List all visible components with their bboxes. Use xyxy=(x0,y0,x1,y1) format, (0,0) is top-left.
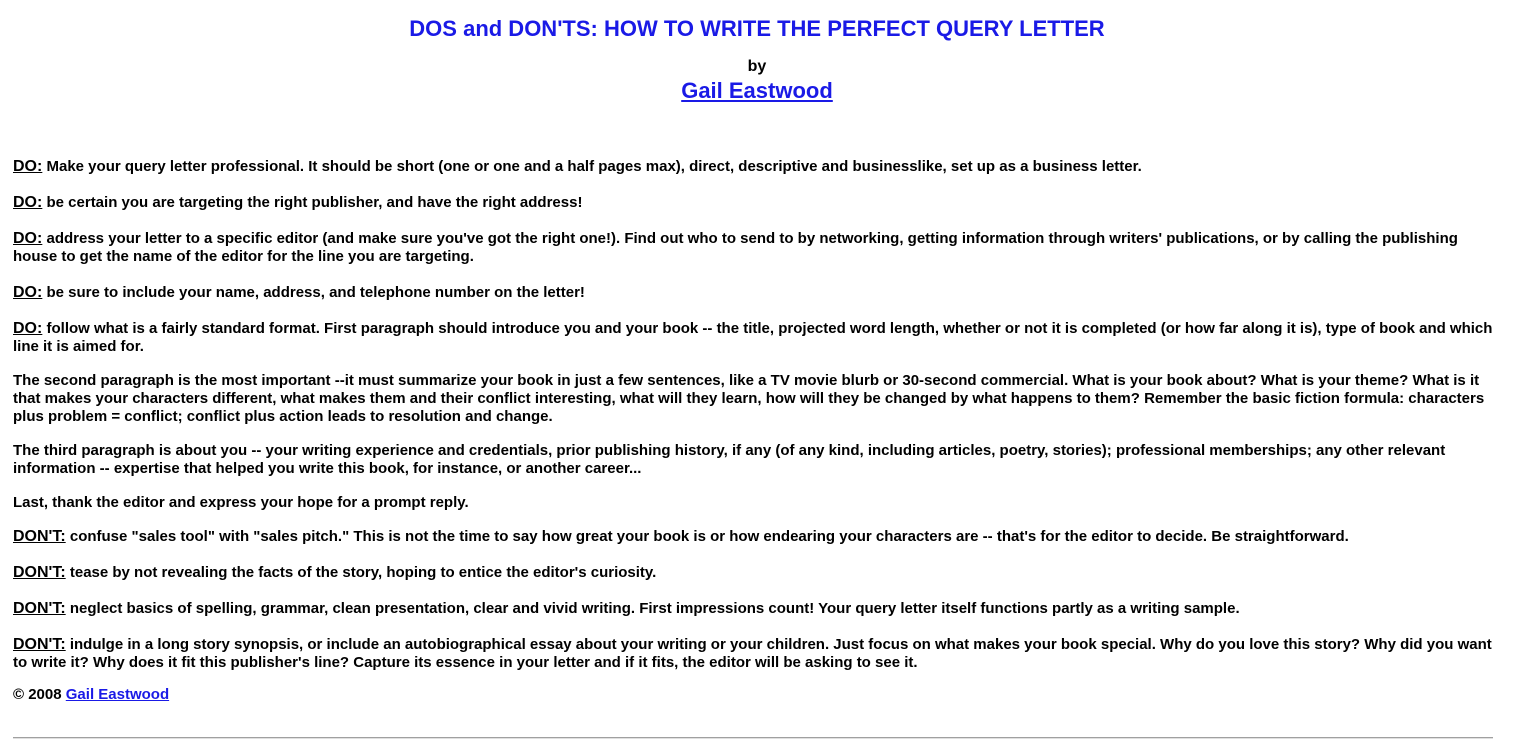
author-link[interactable]: Gail Eastwood xyxy=(681,78,833,103)
paragraph-text: neglect basics of spelling, grammar, cle… xyxy=(65,600,1240,617)
dont-label: DON'T: xyxy=(13,564,66,581)
copyright-text: © 2008 xyxy=(13,686,66,703)
article-body: DO: Make your query letter professional.… xyxy=(13,158,1501,704)
paragraph-text: Make your query letter professional. It … xyxy=(42,158,1142,175)
paragraph-text: The third paragraph is about you -- your… xyxy=(13,442,1446,477)
paragraph-text: Last, thank the editor and express your … xyxy=(13,494,469,511)
paragraph-third: The third paragraph is about you -- your… xyxy=(13,442,1501,478)
horizontal-divider xyxy=(13,737,1493,739)
paragraph-dont-1: DON'T: confuse "sales tool" with "sales … xyxy=(13,528,1501,546)
paragraph-second: The second paragraph is the most importa… xyxy=(13,372,1501,426)
footer-author-link[interactable]: Gail Eastwood xyxy=(66,686,169,703)
page: DOS and DON'TS: HOW TO WRITE THE PERFECT… xyxy=(0,0,1514,704)
dont-label: DON'T: xyxy=(13,636,66,653)
paragraph-dont-3: DON'T: neglect basics of spelling, gramm… xyxy=(13,600,1501,618)
author-line: Gail Eastwood xyxy=(13,78,1501,104)
paragraph-last: Last, thank the editor and express your … xyxy=(13,494,1501,512)
do-label: DO: xyxy=(13,194,43,211)
do-label: DO: xyxy=(13,158,43,175)
paragraph-text: follow what is a fairly standard format.… xyxy=(13,320,1493,355)
byline: by xyxy=(747,58,767,75)
page-title: DOS and DON'TS: HOW TO WRITE THE PERFECT… xyxy=(409,16,1105,41)
paragraph-do-2: DO: be certain you are targeting the rig… xyxy=(13,194,1501,212)
paragraph-text: be sure to include your name, address, a… xyxy=(42,284,585,301)
paragraph-do-5: DO: follow what is a fairly standard for… xyxy=(13,320,1501,356)
do-label: DO: xyxy=(13,320,43,337)
do-label: DO: xyxy=(13,230,43,247)
paragraph-text: The second paragraph is the most importa… xyxy=(13,372,1485,425)
do-label: DO: xyxy=(13,284,43,301)
paragraph-text: confuse "sales tool" with "sales pitch."… xyxy=(65,528,1349,545)
paragraph-text: address your letter to a specific editor… xyxy=(13,230,1458,265)
paragraph-text: tease by not revealing the facts of the … xyxy=(65,564,657,581)
paragraph-dont-4: DON'T: indulge in a long story synopsis,… xyxy=(13,636,1501,672)
copyright-footer: © 2008 Gail Eastwood xyxy=(13,686,1501,704)
paragraph-dont-2: DON'T: tease by not revealing the facts … xyxy=(13,564,1501,582)
paragraph-text: indulge in a long story synopsis, or inc… xyxy=(13,636,1492,671)
paragraph-do-1: DO: Make your query letter professional.… xyxy=(13,158,1501,176)
paragraph-do-3: DO: address your letter to a specific ed… xyxy=(13,230,1501,266)
paragraph-do-4: DO: be sure to include your name, addres… xyxy=(13,284,1501,302)
dont-label: DON'T: xyxy=(13,528,66,545)
paragraph-text: be certain you are targeting the right p… xyxy=(42,194,583,211)
dont-label: DON'T: xyxy=(13,600,66,617)
